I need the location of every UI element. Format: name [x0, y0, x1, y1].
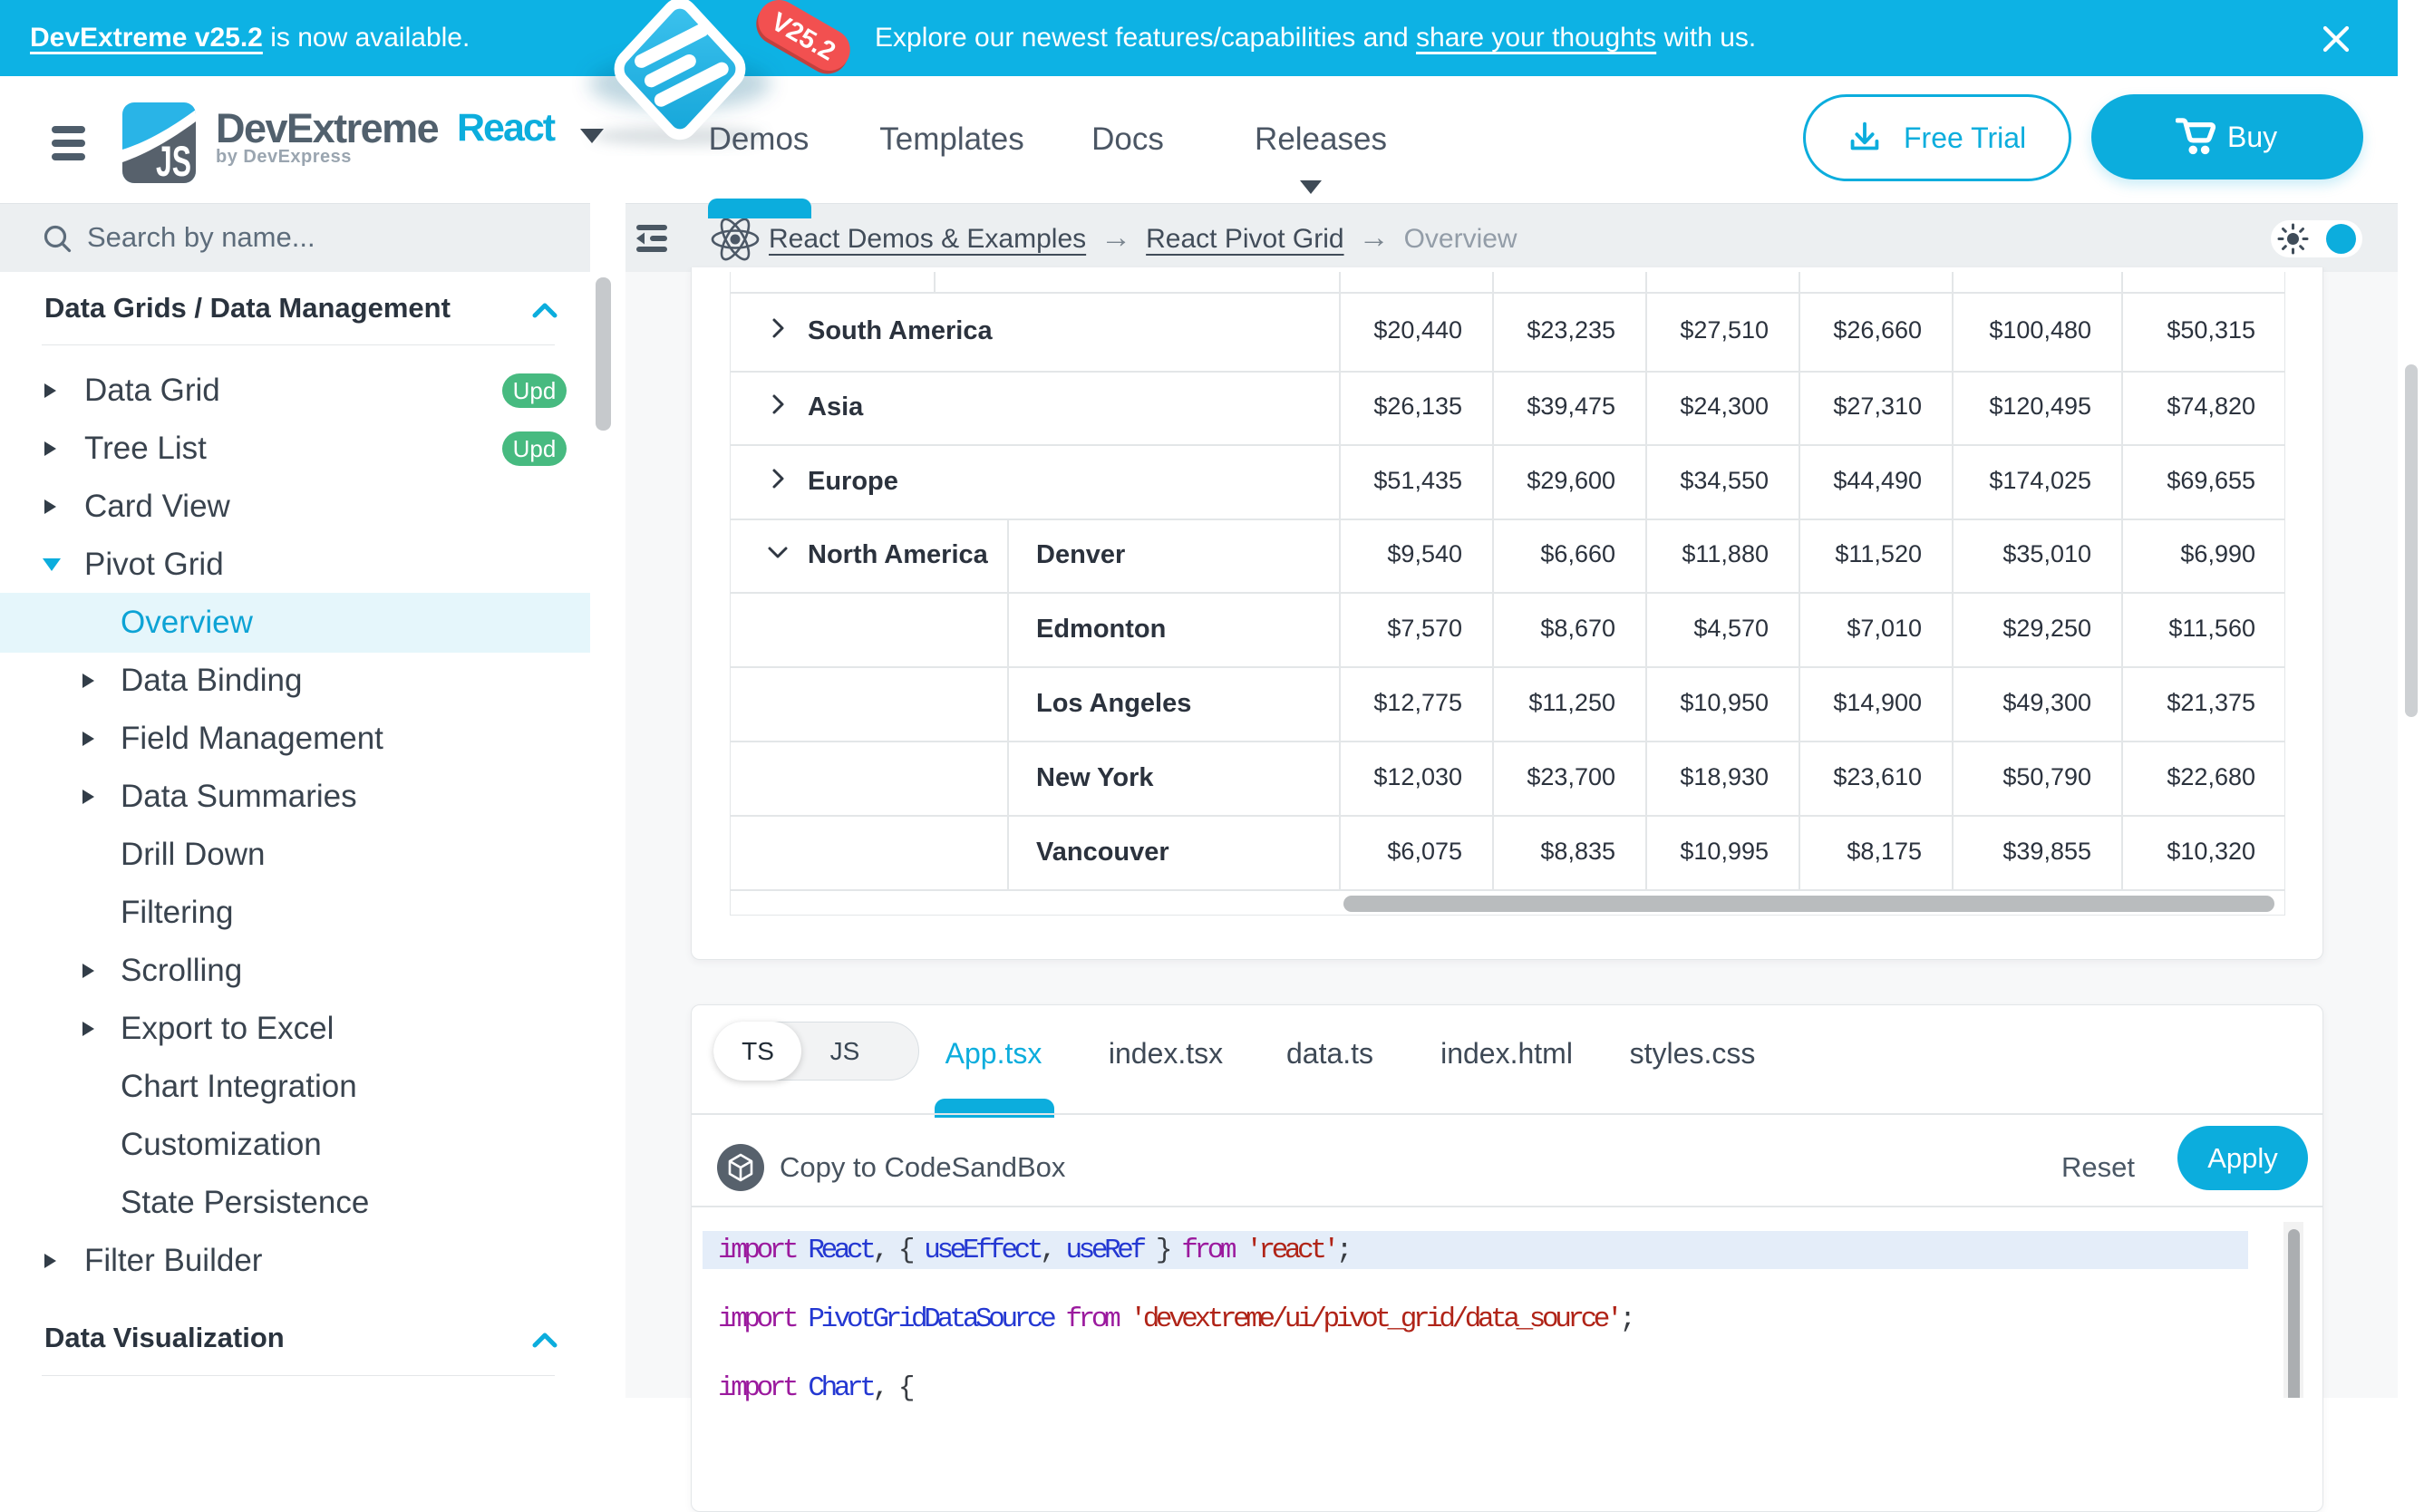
- svg-text:JS: JS: [156, 137, 191, 183]
